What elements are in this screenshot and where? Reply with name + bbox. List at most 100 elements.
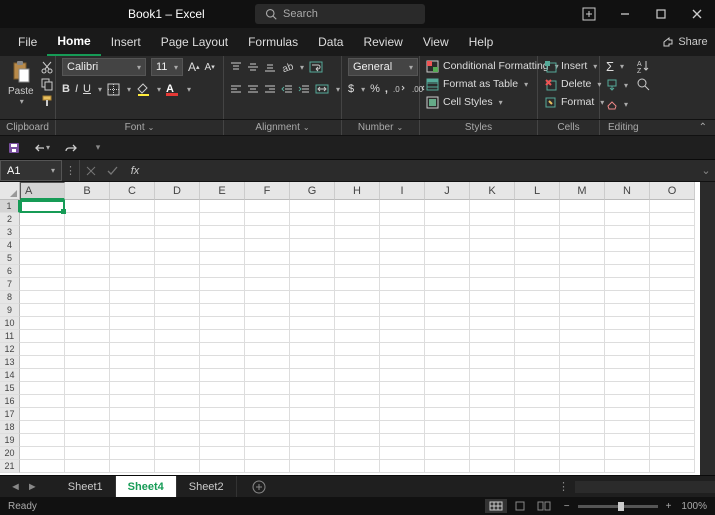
cell[interactable] bbox=[470, 356, 515, 369]
cell[interactable] bbox=[200, 447, 245, 460]
cell[interactable] bbox=[515, 252, 560, 265]
page-layout-view-icon[interactable] bbox=[509, 499, 531, 513]
cell[interactable] bbox=[20, 395, 65, 408]
cell[interactable] bbox=[605, 356, 650, 369]
horizontal-scrollbar[interactable] bbox=[575, 481, 715, 493]
column-header[interactable]: L bbox=[515, 182, 560, 200]
cell[interactable] bbox=[200, 200, 245, 213]
cell[interactable] bbox=[380, 421, 425, 434]
cell[interactable] bbox=[335, 447, 380, 460]
cell[interactable] bbox=[155, 239, 200, 252]
font-size-select[interactable]: 11▾ bbox=[151, 58, 183, 76]
cell[interactable] bbox=[650, 317, 695, 330]
cell[interactable] bbox=[380, 213, 425, 226]
cell[interactable] bbox=[560, 304, 605, 317]
cell[interactable] bbox=[335, 252, 380, 265]
cell[interactable] bbox=[200, 278, 245, 291]
clear-button[interactable]: ▾ bbox=[606, 96, 628, 112]
cell[interactable] bbox=[560, 421, 605, 434]
vertical-scrollbar[interactable] bbox=[700, 182, 715, 475]
cell[interactable] bbox=[470, 213, 515, 226]
cell[interactable] bbox=[515, 278, 560, 291]
qat-customize-icon[interactable]: ▾ bbox=[90, 140, 106, 156]
cell[interactable] bbox=[200, 408, 245, 421]
cell[interactable] bbox=[245, 200, 290, 213]
insert-function-icon[interactable]: fx bbox=[124, 160, 146, 181]
cell[interactable] bbox=[335, 382, 380, 395]
cell[interactable] bbox=[110, 460, 155, 473]
cell[interactable] bbox=[110, 278, 155, 291]
cell[interactable] bbox=[515, 447, 560, 460]
cell[interactable] bbox=[650, 200, 695, 213]
cell[interactable] bbox=[560, 239, 605, 252]
cell[interactable] bbox=[470, 382, 515, 395]
row-header[interactable]: 18 bbox=[0, 421, 20, 434]
cell[interactable] bbox=[245, 265, 290, 278]
cell[interactable] bbox=[245, 317, 290, 330]
cell[interactable] bbox=[110, 369, 155, 382]
cell[interactable] bbox=[335, 434, 380, 447]
cell[interactable] bbox=[650, 291, 695, 304]
cell[interactable] bbox=[335, 265, 380, 278]
cell[interactable] bbox=[20, 382, 65, 395]
cell[interactable] bbox=[380, 304, 425, 317]
row-header[interactable]: 19 bbox=[0, 434, 20, 447]
cell[interactable] bbox=[605, 239, 650, 252]
cell[interactable] bbox=[65, 278, 110, 291]
cell[interactable] bbox=[425, 382, 470, 395]
cell[interactable] bbox=[290, 278, 335, 291]
cell[interactable] bbox=[155, 343, 200, 356]
tab-view[interactable]: View bbox=[413, 28, 459, 56]
cell[interactable] bbox=[650, 252, 695, 265]
cell[interactable] bbox=[650, 421, 695, 434]
cell[interactable] bbox=[425, 460, 470, 473]
cell[interactable] bbox=[605, 460, 650, 473]
cell[interactable] bbox=[245, 278, 290, 291]
cell[interactable] bbox=[470, 278, 515, 291]
cell[interactable] bbox=[290, 252, 335, 265]
cell[interactable] bbox=[20, 213, 65, 226]
italic-icon[interactable]: I bbox=[75, 83, 78, 95]
cell[interactable] bbox=[380, 395, 425, 408]
cell[interactable] bbox=[560, 356, 605, 369]
cell[interactable] bbox=[110, 252, 155, 265]
cell[interactable] bbox=[290, 421, 335, 434]
cell[interactable] bbox=[335, 369, 380, 382]
row-header[interactable]: 2 bbox=[0, 213, 20, 226]
cell[interactable] bbox=[200, 226, 245, 239]
cell[interactable] bbox=[65, 434, 110, 447]
merge-center-icon[interactable] bbox=[315, 83, 329, 95]
save-icon[interactable] bbox=[6, 140, 22, 156]
paste-button[interactable]: Paste ▾ bbox=[6, 58, 36, 106]
cell[interactable] bbox=[425, 434, 470, 447]
decrease-font-icon[interactable]: A▾ bbox=[205, 62, 215, 73]
sheet-tab-sheet1[interactable]: Sheet1 bbox=[56, 476, 116, 497]
row-header[interactable]: 4 bbox=[0, 239, 20, 252]
cell[interactable] bbox=[335, 408, 380, 421]
cell[interactable] bbox=[290, 408, 335, 421]
cell[interactable] bbox=[380, 278, 425, 291]
cell[interactable] bbox=[470, 317, 515, 330]
cell[interactable] bbox=[20, 356, 65, 369]
prev-sheet-icon[interactable]: ◄ bbox=[10, 481, 21, 493]
cell[interactable] bbox=[605, 278, 650, 291]
cell[interactable] bbox=[425, 226, 470, 239]
cell[interactable] bbox=[425, 265, 470, 278]
cell[interactable] bbox=[650, 382, 695, 395]
column-header[interactable]: N bbox=[605, 182, 650, 200]
cell[interactable] bbox=[425, 200, 470, 213]
cell[interactable] bbox=[290, 317, 335, 330]
cell[interactable] bbox=[560, 434, 605, 447]
cell[interactable] bbox=[425, 395, 470, 408]
column-header[interactable]: A bbox=[20, 182, 65, 200]
cell[interactable] bbox=[65, 291, 110, 304]
cell[interactable] bbox=[110, 213, 155, 226]
cell[interactable] bbox=[290, 447, 335, 460]
cell[interactable] bbox=[425, 252, 470, 265]
cell[interactable] bbox=[560, 369, 605, 382]
cell[interactable] bbox=[200, 343, 245, 356]
align-bottom-icon[interactable] bbox=[264, 61, 276, 73]
row-header[interactable]: 12 bbox=[0, 343, 20, 356]
cell[interactable] bbox=[560, 408, 605, 421]
cell[interactable] bbox=[380, 434, 425, 447]
